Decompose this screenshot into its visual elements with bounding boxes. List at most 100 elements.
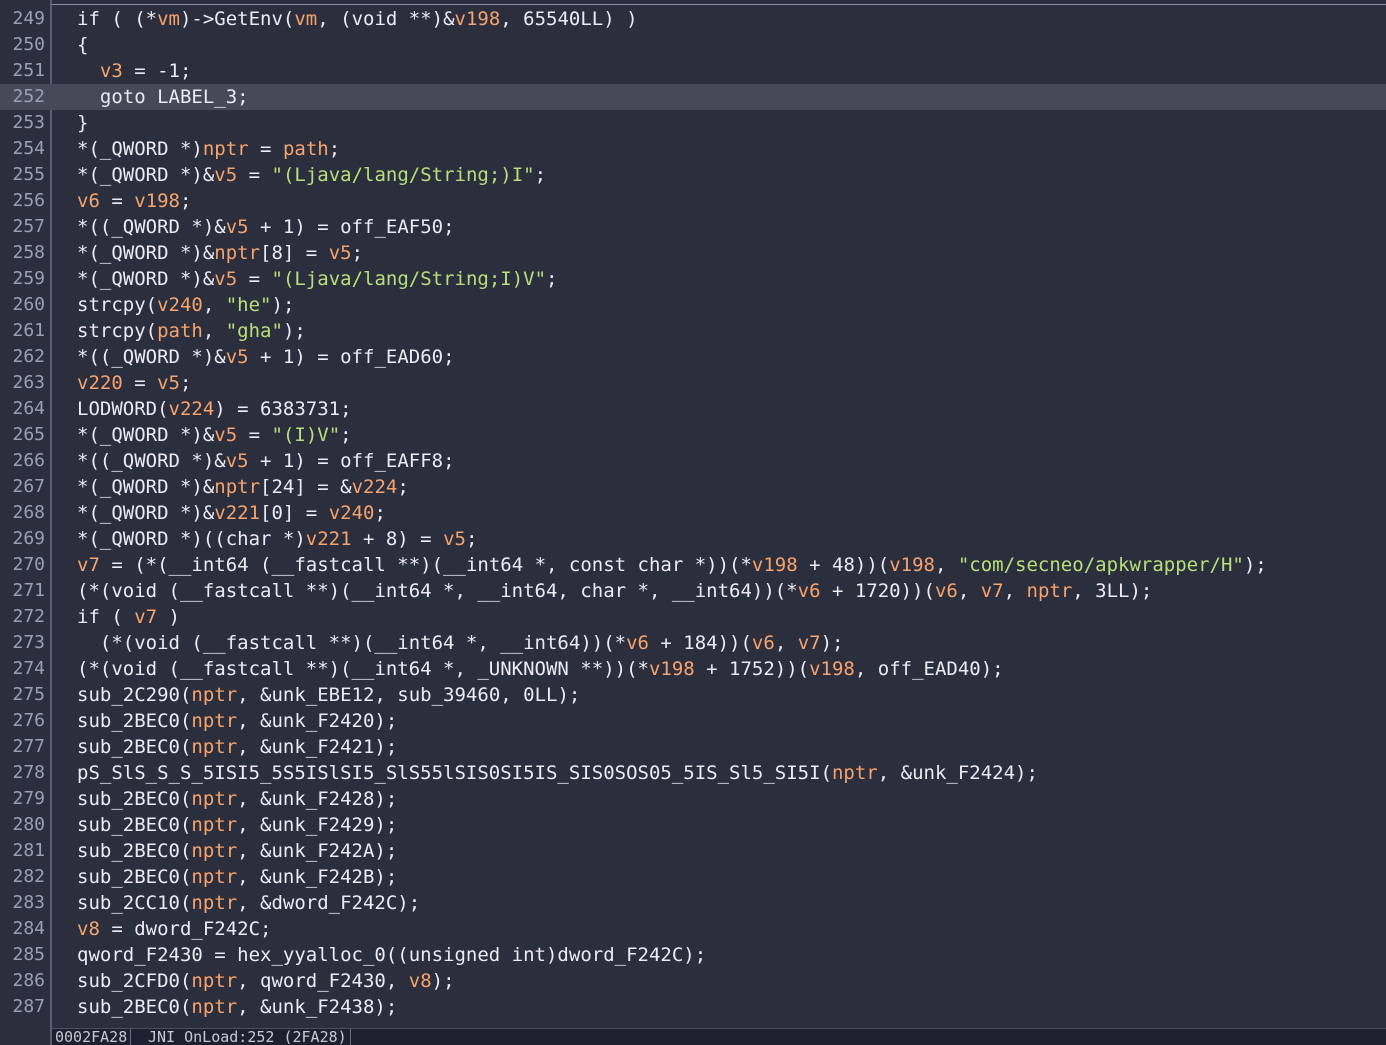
line-text[interactable]: *(_QWORD *)&nptr[8] = v5; bbox=[77, 240, 363, 266]
variable-token[interactable]: v198 bbox=[649, 658, 695, 680]
variable-token[interactable]: nptr bbox=[1027, 580, 1073, 602]
code-line[interactable]: 264 LODWORD(v224) = 6383731; bbox=[0, 396, 1386, 422]
code-line[interactable]: 271 (*(void (__fastcall **)(__int64 *, __… bbox=[0, 578, 1386, 604]
code-line[interactable]: 284 v8 = dword_F242C; bbox=[0, 916, 1386, 942]
variable-token[interactable]: nptr bbox=[214, 476, 260, 498]
code-area[interactable]: 249 if ( (*vm)->GetEnv(vm, (void **)&v198… bbox=[0, 6, 1386, 1020]
variable-token[interactable]: nptr bbox=[191, 736, 237, 758]
variable-token[interactable]: v5 bbox=[214, 164, 237, 186]
line-text[interactable]: sub_2BEC0(nptr, &unk_F2420); bbox=[77, 708, 397, 734]
line-text[interactable]: (*(void (__fastcall **)(__int64 *, __int… bbox=[77, 578, 1152, 604]
variable-token[interactable]: v8 bbox=[409, 970, 432, 992]
code-line[interactable]: 279 sub_2BEC0(nptr, &unk_F2428); bbox=[0, 786, 1386, 812]
line-text[interactable]: v220 = v5; bbox=[77, 370, 191, 396]
line-text[interactable]: v7 = (*(__int64 (__fastcall **)(__int64 … bbox=[77, 552, 1267, 578]
code-line[interactable]: 282 sub_2BEC0(nptr, &unk_F242B); bbox=[0, 864, 1386, 890]
variable-token[interactable]: v198 bbox=[809, 658, 855, 680]
variable-token[interactable]: v6 bbox=[798, 580, 821, 602]
code-line[interactable]: 275 sub_2C290(nptr, &unk_EBE12, sub_39460… bbox=[0, 682, 1386, 708]
line-text[interactable]: sub_2BEC0(nptr, &unk_F2421); bbox=[77, 734, 397, 760]
code-line[interactable]: 286 sub_2CFD0(nptr, qword_F2430, v8); bbox=[0, 968, 1386, 994]
variable-token[interactable]: v5 bbox=[329, 242, 352, 264]
variable-token[interactable]: v7 bbox=[77, 554, 100, 576]
variable-token[interactable]: v8 bbox=[77, 918, 100, 940]
variable-token[interactable]: v224 bbox=[352, 476, 398, 498]
variable-token[interactable]: nptr bbox=[191, 788, 237, 810]
variable-token[interactable]: nptr bbox=[203, 138, 249, 160]
variable-token[interactable]: v5 bbox=[443, 528, 466, 550]
variable-token[interactable]: v221 bbox=[214, 502, 260, 524]
line-text[interactable]: *(_QWORD *)&nptr[24] = &v224; bbox=[77, 474, 409, 500]
line-text[interactable]: if ( (*vm)->GetEnv(vm, (void **)&v198, 6… bbox=[77, 6, 638, 32]
line-text[interactable]: strcpy(path, "gha"); bbox=[77, 318, 306, 344]
variable-token[interactable]: nptr bbox=[191, 970, 237, 992]
code-line[interactable]: 261 strcpy(path, "gha"); bbox=[0, 318, 1386, 344]
line-text[interactable]: sub_2BEC0(nptr, &unk_F2438); bbox=[77, 994, 397, 1020]
code-line[interactable]: 287 sub_2BEC0(nptr, &unk_F2438); bbox=[0, 994, 1386, 1020]
line-text[interactable]: { bbox=[77, 32, 88, 58]
variable-token[interactable]: v240 bbox=[329, 502, 375, 524]
line-text[interactable]: *(_QWORD *)&v221[0] = v240; bbox=[77, 500, 386, 526]
code-line[interactable]: 253} bbox=[0, 110, 1386, 136]
variable-token[interactable]: v6 bbox=[626, 632, 649, 654]
variable-token[interactable]: path bbox=[283, 138, 329, 160]
variable-token[interactable]: v198 bbox=[134, 190, 180, 212]
variable-token[interactable]: v198 bbox=[455, 8, 501, 30]
line-text[interactable]: if ( v7 ) bbox=[77, 604, 180, 630]
line-text[interactable]: sub_2CFD0(nptr, qword_F2430, v8); bbox=[77, 968, 455, 994]
code-line[interactable]: 252 goto LABEL_3; bbox=[0, 84, 1386, 110]
code-line[interactable]: 280 sub_2BEC0(nptr, &unk_F2429); bbox=[0, 812, 1386, 838]
code-line[interactable]: 276 sub_2BEC0(nptr, &unk_F2420); bbox=[0, 708, 1386, 734]
line-text[interactable]: goto LABEL_3; bbox=[77, 84, 249, 110]
line-text[interactable]: *(_QWORD *)nptr = path; bbox=[77, 136, 340, 162]
variable-token[interactable]: v5 bbox=[226, 216, 249, 238]
line-text[interactable]: v6 = v198; bbox=[77, 188, 191, 214]
variable-token[interactable]: v5 bbox=[226, 450, 249, 472]
line-text[interactable]: sub_2CC10(nptr, &dword_F242C); bbox=[77, 890, 420, 916]
code-line[interactable]: 285 qword_F2430 = hex_yyalloc_0((unsigned… bbox=[0, 942, 1386, 968]
code-line[interactable]: 269 *(_QWORD *)((char *)v221 + 8) = v5; bbox=[0, 526, 1386, 552]
variable-token[interactable]: nptr bbox=[191, 684, 237, 706]
variable-token[interactable]: nptr bbox=[832, 762, 878, 784]
line-text[interactable]: } bbox=[77, 110, 88, 136]
code-line[interactable]: 254 *(_QWORD *)nptr = path; bbox=[0, 136, 1386, 162]
code-line[interactable]: 277 sub_2BEC0(nptr, &unk_F2421); bbox=[0, 734, 1386, 760]
variable-token[interactable]: v5 bbox=[214, 424, 237, 446]
variable-token[interactable]: v7 bbox=[134, 606, 157, 628]
pseudocode-editor[interactable]: 249 if ( (*vm)->GetEnv(vm, (void **)&v198… bbox=[0, 0, 1386, 1045]
variable-token[interactable]: v240 bbox=[157, 294, 203, 316]
variable-token[interactable]: v198 bbox=[889, 554, 935, 576]
variable-token[interactable]: v7 bbox=[981, 580, 1004, 602]
variable-token[interactable]: vm bbox=[157, 8, 180, 30]
code-line[interactable]: 258 *(_QWORD *)&nptr[8] = v5; bbox=[0, 240, 1386, 266]
variable-token[interactable]: path bbox=[157, 320, 203, 342]
variable-token[interactable]: v6 bbox=[935, 580, 958, 602]
line-text[interactable]: pS_SlS_S_S_5ISI5_5S5ISlSI5_SlS55lSIS0SI5… bbox=[77, 760, 1038, 786]
line-text[interactable]: *(_QWORD *)&v5 = "(Ljava/lang/String;I)V… bbox=[77, 266, 558, 292]
code-line[interactable]: 267 *(_QWORD *)&nptr[24] = &v224; bbox=[0, 474, 1386, 500]
line-text[interactable]: sub_2BEC0(nptr, &unk_F242A); bbox=[77, 838, 397, 864]
code-line[interactable]: 257 *((_QWORD *)&v5 + 1) = off_EAF50; bbox=[0, 214, 1386, 240]
line-text[interactable]: v8 = dword_F242C; bbox=[77, 916, 271, 942]
code-line[interactable]: 278 pS_SlS_S_S_5ISI5_5S5ISlSI5_SlS55lSIS0… bbox=[0, 760, 1386, 786]
variable-token[interactable]: nptr bbox=[191, 840, 237, 862]
line-text[interactable]: sub_2BEC0(nptr, &unk_F2428); bbox=[77, 786, 397, 812]
variable-token[interactable]: v5 bbox=[226, 346, 249, 368]
variable-token[interactable]: nptr bbox=[191, 996, 237, 1018]
code-line[interactable]: 259 *(_QWORD *)&v5 = "(Ljava/lang/String;… bbox=[0, 266, 1386, 292]
code-line[interactable]: 272 if ( v7 ) bbox=[0, 604, 1386, 630]
code-line[interactable]: 262 *((_QWORD *)&v5 + 1) = off_EAD60; bbox=[0, 344, 1386, 370]
line-text[interactable]: LODWORD(v224) = 6383731; bbox=[77, 396, 352, 422]
code-line[interactable]: 255 *(_QWORD *)&v5 = "(Ljava/lang/String;… bbox=[0, 162, 1386, 188]
line-text[interactable]: *((_QWORD *)&v5 + 1) = off_EAF50; bbox=[77, 214, 455, 240]
variable-token[interactable]: v7 bbox=[798, 632, 821, 654]
variable-token[interactable]: v5 bbox=[214, 268, 237, 290]
line-text[interactable]: strcpy(v240, "he"); bbox=[77, 292, 294, 318]
line-text[interactable]: *(_QWORD *)&v5 = "(Ljava/lang/String;)I"… bbox=[77, 162, 546, 188]
variable-token[interactable]: nptr bbox=[191, 814, 237, 836]
line-text[interactable]: *((_QWORD *)&v5 + 1) = off_EAD60; bbox=[77, 344, 455, 370]
line-text[interactable]: *(_QWORD *)((char *)v221 + 8) = v5; bbox=[77, 526, 477, 552]
variable-token[interactable]: v198 bbox=[752, 554, 798, 576]
code-line[interactable]: 250 { bbox=[0, 32, 1386, 58]
code-line[interactable]: 266 *((_QWORD *)&v5 + 1) = off_EAFF8; bbox=[0, 448, 1386, 474]
